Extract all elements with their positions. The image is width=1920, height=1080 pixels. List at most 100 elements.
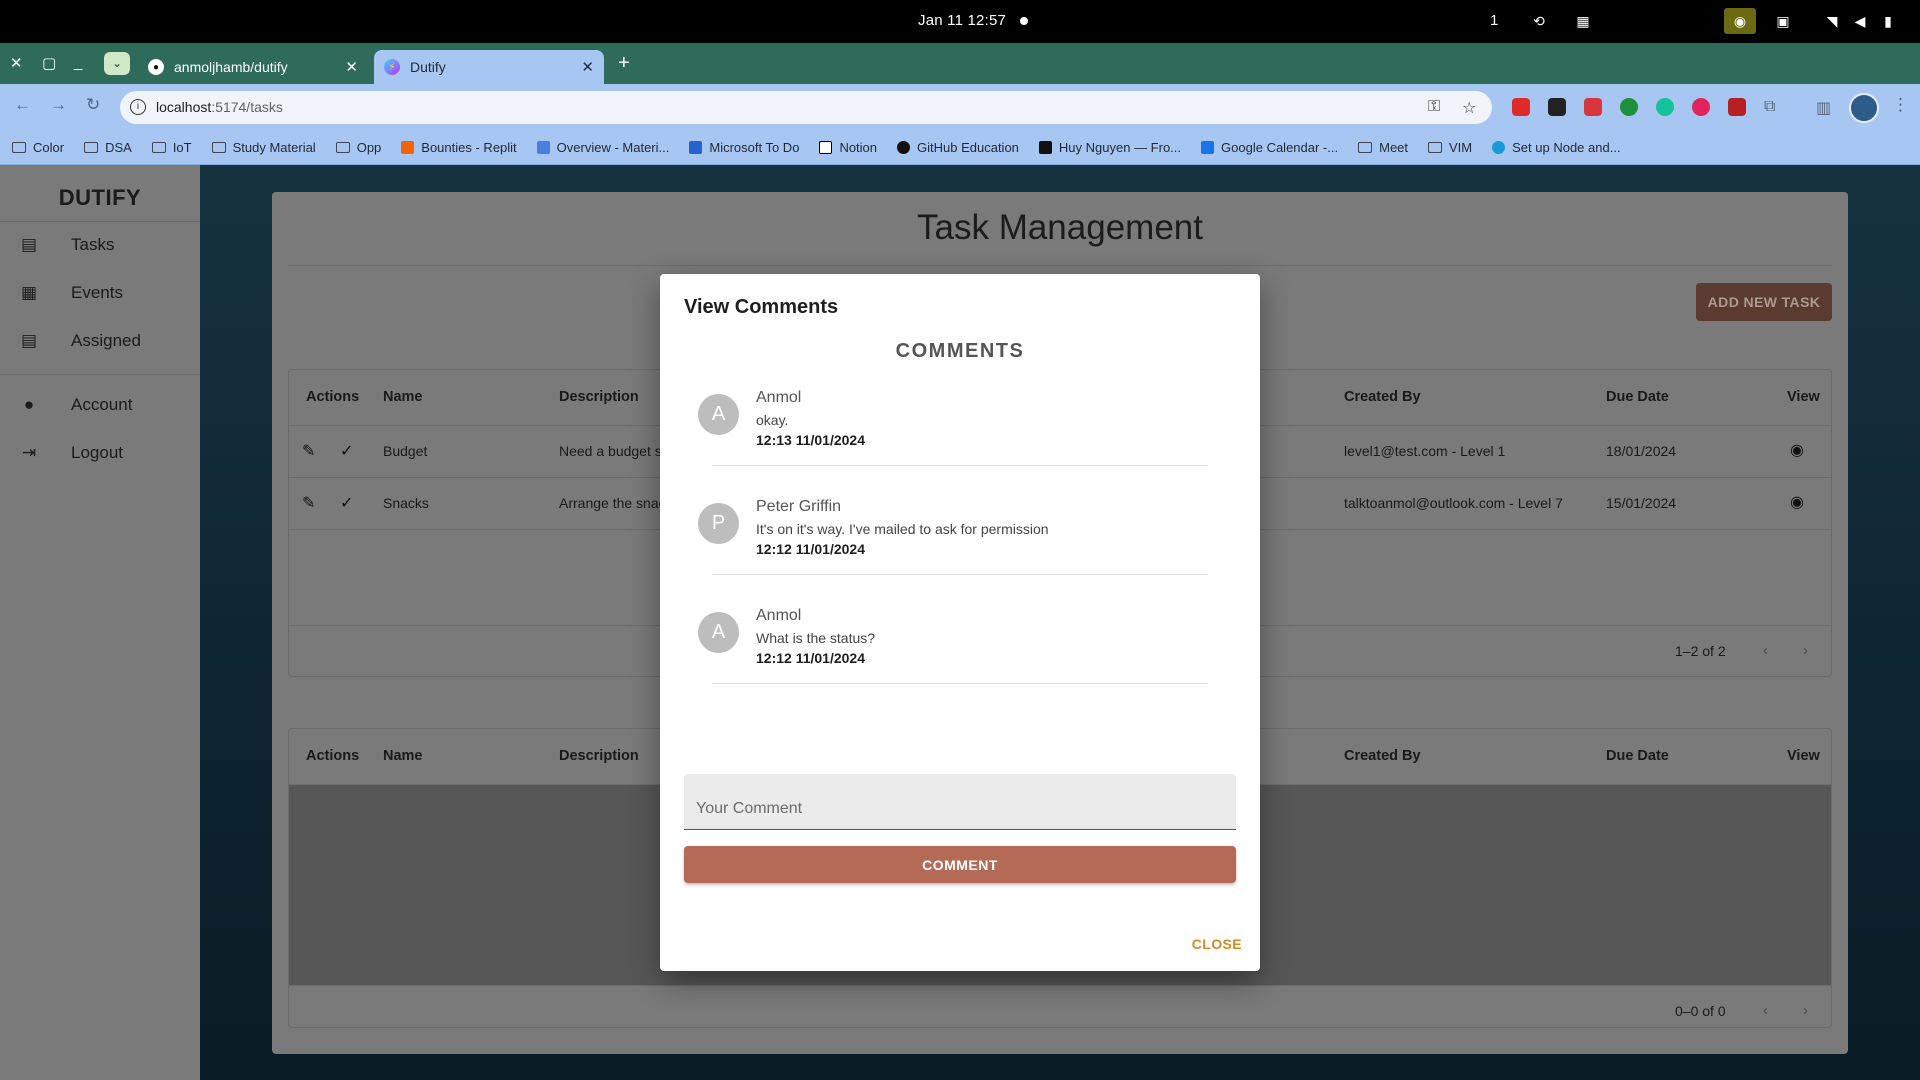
avatar: A <box>698 612 739 653</box>
browser-menu-icon[interactable]: ⋮ <box>1892 95 1909 115</box>
column-header-created-by[interactable]: Created By <box>1344 748 1421 764</box>
tab-github[interactable]: ● anmoljhamb/dutify ✕ <box>138 50 368 84</box>
column-header-due-date[interactable]: Due Date <box>1606 748 1669 764</box>
extensions-puzzle-icon[interactable]: ⧉ <box>1764 98 1782 116</box>
bookmark-link[interactable]: Huy Nguyen — Fro... <box>1038 140 1181 155</box>
bookmark-folder[interactable]: Study Material <box>211 140 316 155</box>
comment-author: Anmol <box>756 607 802 624</box>
extension-icon[interactable] <box>1728 98 1746 116</box>
window-maximize-icon[interactable]: ▢ <box>42 54 56 72</box>
next-page-icon[interactable]: › <box>1803 1002 1808 1019</box>
column-header-description[interactable]: Description <box>559 748 639 764</box>
view-eye-icon[interactable]: ◉ <box>1790 440 1804 460</box>
bookmark-star-icon[interactable]: ☆ <box>1462 98 1476 118</box>
battery-icon[interactable]: ▮ <box>1880 8 1896 34</box>
grammarly-extension-icon[interactable] <box>1656 98 1674 116</box>
notion-icon <box>819 140 833 154</box>
sidebar-item-account[interactable]: ● Account <box>0 383 200 427</box>
column-header-name[interactable]: Name <box>383 389 423 405</box>
bookmark-folder[interactable]: IoT <box>151 140 192 155</box>
forward-icon[interactable]: → <box>50 95 67 115</box>
youtube-extension-icon[interactable] <box>1512 98 1530 116</box>
volume-icon[interactable]: ◀ <box>1850 8 1870 34</box>
edit-pencil-icon[interactable]: ✎ <box>302 493 315 513</box>
column-header-description[interactable]: Description <box>559 389 639 405</box>
node-icon <box>1492 140 1506 154</box>
edit-pencil-icon[interactable]: ✎ <box>302 441 315 461</box>
replit-icon <box>401 140 415 154</box>
bookmark-link[interactable]: Set up Node and... <box>1492 140 1621 155</box>
column-header-due-date[interactable]: Due Date <box>1606 389 1669 405</box>
column-header-view[interactable]: View <box>1787 748 1820 764</box>
comment-submit-button[interactable]: COMMENT <box>684 846 1236 883</box>
column-header-view[interactable]: View <box>1787 389 1820 405</box>
bookmark-link[interactable]: Google Calendar -... <box>1201 140 1338 155</box>
column-header-actions[interactable]: Actions <box>306 748 359 764</box>
close-button[interactable]: CLOSE <box>1192 936 1242 952</box>
comment-input[interactable] <box>684 774 1236 830</box>
tab-close-icon[interactable]: ✕ <box>581 58 594 76</box>
pagination-label: 0–0 of 0 <box>1675 1003 1726 1019</box>
image-icon[interactable]: ▣ <box>1772 8 1794 34</box>
back-icon[interactable]: ← <box>14 95 31 115</box>
bookmark-link[interactable]: GitHub Education <box>897 140 1019 155</box>
prev-page-icon[interactable]: ‹ <box>1763 1002 1768 1019</box>
bookmark-folder[interactable]: VIM <box>1428 140 1472 155</box>
bookmark-link[interactable]: Overview - Materi... <box>536 140 669 155</box>
workspace-indicator[interactable]: 1 <box>1490 12 1498 29</box>
task-description: Arrange the snac <box>559 495 666 511</box>
new-tab-icon[interactable]: + <box>618 52 630 75</box>
os-clock[interactable]: Jan 11 12:57 <box>918 12 1006 29</box>
password-key-icon[interactable]: ⚿ <box>1428 98 1440 116</box>
extension-icon[interactable] <box>1620 98 1638 116</box>
view-eye-icon[interactable]: ◉ <box>1790 492 1804 512</box>
tab-dutify[interactable]: ⚡ Dutify ✕ <box>374 50 604 84</box>
tab-close-icon[interactable]: ✕ <box>345 58 358 76</box>
prev-page-icon[interactable]: ‹ <box>1763 642 1768 659</box>
url-text[interactable]: localhost:5174/tasks <box>156 99 283 115</box>
sidebar-item-assigned[interactable]: ▤ Assigned <box>0 319 200 363</box>
window-minimize-icon[interactable]: _ <box>74 54 82 71</box>
bookmark-link[interactable]: Bounties - Replit <box>401 140 517 155</box>
profile-avatar[interactable] <box>1849 93 1879 123</box>
complete-check-icon[interactable]: ✓ <box>340 493 353 513</box>
window-close-icon[interactable]: ✕ <box>10 54 23 72</box>
grid-icon[interactable]: ▦ <box>1572 8 1594 34</box>
extension-icon[interactable] <box>1692 98 1710 116</box>
address-bar[interactable]: i localhost:5174/tasks ⚿ ☆ <box>120 91 1492 124</box>
next-page-icon[interactable]: › <box>1803 642 1808 659</box>
calendar-icon: ▦ <box>20 283 38 302</box>
column-header-name[interactable]: Name <box>383 748 423 764</box>
bookmark-link[interactable]: Microsoft To Do <box>689 140 799 155</box>
add-new-task-button[interactable]: ADD NEW TASK <box>1696 283 1832 321</box>
site-info-icon[interactable]: i <box>130 99 146 115</box>
wifi-icon[interactable]: ◥ <box>1822 8 1842 34</box>
task-description: Need a budget s <box>559 443 662 459</box>
sidebar-divider <box>0 374 200 375</box>
comment-item: P Peter Griffin It's on it's way. I've m… <box>698 498 1208 606</box>
extension-icon[interactable] <box>1548 98 1566 116</box>
microsoft-todo-icon <box>689 140 703 154</box>
extension-icon[interactable] <box>1584 98 1602 116</box>
bookmark-folder[interactable]: DSA <box>84 140 132 155</box>
column-header-actions[interactable]: Actions <box>306 389 359 405</box>
bookmark-link[interactable]: Notion <box>819 140 877 155</box>
complete-check-icon[interactable]: ✓ <box>340 441 353 461</box>
github-icon: ● <box>148 59 164 75</box>
bookmark-folder[interactable]: Meet <box>1358 140 1408 155</box>
picture-in-picture-icon[interactable]: ◉ <box>1724 8 1756 34</box>
reload-icon[interactable]: ↻ <box>86 95 100 115</box>
view-comments-dialog: View Comments COMMENTS A Anmol okay. 12:… <box>660 274 1260 971</box>
sidebar-item-events[interactable]: ▦ Events <box>0 271 200 315</box>
tab-search-icon[interactable]: ⌄ <box>104 52 130 75</box>
column-header-created-by[interactable]: Created By <box>1344 389 1421 405</box>
google-calendar-icon <box>1201 140 1215 154</box>
bookmark-folder[interactable]: Opp <box>335 140 381 155</box>
comment-divider <box>712 683 1208 684</box>
sidebar-item-tasks[interactable]: ▤ Tasks <box>0 223 200 267</box>
sidebar-item-logout[interactable]: ⇥ Logout <box>0 431 200 475</box>
side-panel-icon[interactable]: ▥ <box>1816 98 1834 117</box>
bookmark-folder[interactable]: Color <box>12 140 64 155</box>
screen-rotate-icon[interactable]: ⟲ <box>1528 8 1550 34</box>
folder-icon <box>12 141 26 153</box>
